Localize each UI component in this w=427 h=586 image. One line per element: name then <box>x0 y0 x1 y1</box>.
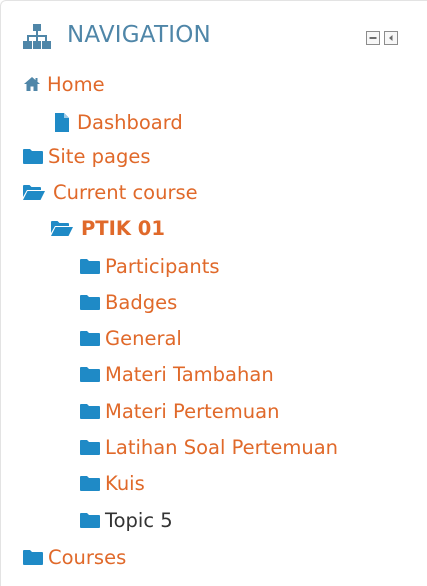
folder-icon <box>80 330 100 346</box>
nav-label-courses: Courses <box>48 545 127 569</box>
nav-item-kuis[interactable]: Kuis <box>80 468 145 498</box>
folder-icon <box>80 294 100 310</box>
nav-item-latihan-soal[interactable]: Latihan Soal Pertemuan <box>80 432 338 462</box>
home-icon <box>23 76 41 92</box>
folder-icon <box>80 258 100 274</box>
block-title: NAVIGATION <box>67 22 211 48</box>
dock-icon <box>389 35 393 41</box>
dock-button[interactable] <box>384 31 398 45</box>
folder-icon <box>80 403 100 419</box>
nav-label-materi-pertemuan: Materi Pertemuan <box>105 399 280 423</box>
nav-item-current-course[interactable]: Current course <box>23 177 198 207</box>
nav-label-kuis: Kuis <box>105 471 145 495</box>
collapse-icon <box>369 37 377 39</box>
folder-icon <box>80 366 100 382</box>
nav-item-topic-5[interactable]: Topic 5 <box>80 505 173 535</box>
nav-item-dashboard[interactable]: Dashboard <box>55 107 183 137</box>
nav-label-current-course: Current course <box>53 180 198 204</box>
nav-label-course: PTIK 01 <box>81 216 165 240</box>
nav-item-materi-tambahan[interactable]: Materi Tambahan <box>80 359 274 389</box>
folder-icon <box>23 549 43 565</box>
nav-label-participants: Participants <box>105 254 220 278</box>
navigation-block: NAVIGATION Home Dashboard Site pages Cur… <box>0 0 427 586</box>
folder-icon <box>23 148 43 164</box>
nav-item-home[interactable]: Home <box>23 69 105 99</box>
nav-label-latihan-soal: Latihan Soal Pertemuan <box>105 435 339 459</box>
file-icon <box>55 112 69 132</box>
folder-icon <box>80 439 100 455</box>
sitemap-icon <box>23 24 51 49</box>
collapse-button[interactable] <box>366 31 380 45</box>
nav-label-badges: Badges <box>105 290 178 314</box>
nav-item-participants[interactable]: Participants <box>80 251 220 281</box>
nav-label-home: Home <box>47 72 105 96</box>
nav-label-dashboard: Dashboard <box>77 110 183 134</box>
folder-icon <box>80 475 100 491</box>
nav-item-badges[interactable]: Badges <box>80 287 177 317</box>
nav-item-courses[interactable]: Courses <box>23 542 126 572</box>
block-header: NAVIGATION <box>1 1 427 67</box>
folder-open-icon <box>51 220 73 236</box>
nav-label-topic-5: Topic 5 <box>105 508 173 532</box>
nav-item-general[interactable]: General <box>80 323 182 353</box>
nav-item-site-pages[interactable]: Site pages <box>23 141 151 171</box>
nav-label-site-pages: Site pages <box>48 144 151 168</box>
nav-label-general: General <box>105 326 182 350</box>
nav-label-materi-tambahan: Materi Tambahan <box>105 362 274 386</box>
nav-item-course-ptik01[interactable]: PTIK 01 <box>51 213 165 243</box>
folder-icon <box>80 512 100 528</box>
folder-open-icon <box>23 184 45 200</box>
nav-item-materi-pertemuan[interactable]: Materi Pertemuan <box>80 396 279 426</box>
